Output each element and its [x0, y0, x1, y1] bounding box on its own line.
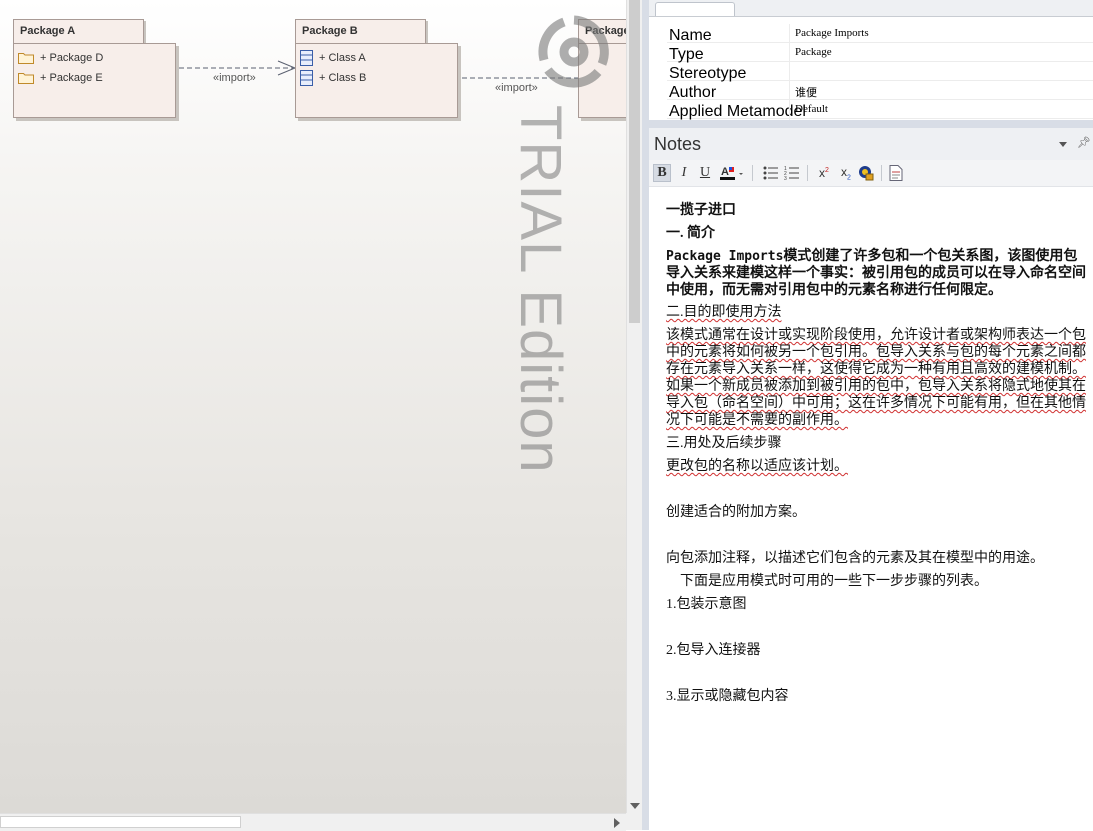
property-value[interactable]: 谁便	[795, 84, 817, 100]
bold-button[interactable]: B	[653, 164, 671, 182]
package-item-label: + Class B	[319, 72, 367, 84]
svg-text:A: A	[721, 166, 729, 178]
text-color-icon: A	[720, 166, 743, 180]
notes-heading: 一. 简介	[666, 226, 715, 241]
property-separator	[789, 43, 790, 61]
notes-header: Notes 📌︎	[649, 128, 1093, 160]
horizontal-scroll-thumb[interactable]	[0, 816, 241, 828]
package-tab: Package A	[13, 19, 144, 43]
horizontal-scrollbar[interactable]	[0, 813, 626, 831]
superscript-button[interactable]: x2	[815, 164, 833, 182]
notes-intro-code: Package Imports	[666, 249, 784, 264]
property-row[interactable]: Author 谁便	[667, 81, 1093, 101]
text-color-button[interactable]: A	[719, 164, 745, 182]
package-name: Package A	[20, 25, 76, 37]
notes-list-item: 2.包导入连接器	[666, 643, 761, 658]
property-row[interactable]: Stereotype	[667, 62, 1093, 82]
property-row[interactable]: Type Package	[667, 43, 1093, 63]
toolbar-separator	[752, 165, 753, 181]
numbered-list-icon: 123	[784, 166, 799, 181]
class-icon	[300, 50, 313, 66]
notes-heading: 二.目的即使用方法	[666, 305, 782, 320]
notes-heading: 三.用处及后续步骤	[666, 436, 782, 451]
italic-button[interactable]: I	[676, 164, 692, 182]
bullet-list-button[interactable]	[762, 164, 780, 182]
notes-list-item: 1.包装示意图	[666, 597, 747, 612]
property-separator	[789, 81, 790, 99]
scroll-right-icon[interactable]	[614, 818, 620, 828]
scroll-corner	[626, 813, 642, 830]
toolbar-separator	[807, 165, 808, 181]
toolbar-separator	[881, 165, 882, 181]
diagram-canvas[interactable]: «import» «import» Package A + Package D …	[0, 0, 626, 813]
trial-watermark: TRIAL Edition	[508, 105, 573, 474]
import-label-2[interactable]: «import»	[495, 82, 538, 94]
folder-icon	[18, 53, 34, 64]
import-label-1[interactable]: «import»	[213, 72, 256, 84]
chevron-down-icon[interactable]	[1059, 142, 1067, 147]
folder-icon	[18, 73, 34, 84]
notes-title: Notes	[654, 134, 702, 154]
properties-tab[interactable]	[655, 2, 735, 16]
vertical-scrollbar[interactable]	[626, 0, 643, 813]
notes-list-item: 3.显示或隐藏包内容	[666, 689, 789, 704]
package-name: Package B	[302, 25, 358, 37]
svg-text:3: 3	[784, 176, 787, 181]
notes-paragraph: 向包添加注释，以描述它们包含的元素及其在模型中的用途。	[666, 551, 1044, 566]
property-value[interactable]: Default	[795, 103, 828, 115]
class-icon	[300, 70, 313, 86]
package-item[interactable]: + Class A	[300, 50, 366, 66]
package-item-label: + Package D	[40, 52, 104, 64]
notes-intro: Package Imports模式创建了许多包和一个包关系图，该图使用包导入关系…	[666, 248, 1088, 299]
pin-icon[interactable]: 📌︎	[1077, 136, 1091, 149]
trial-logo-icon	[538, 15, 609, 88]
property-separator	[789, 100, 790, 118]
notes-paragraph: 更改包的名称以适应该计划。	[666, 459, 848, 474]
package-item[interactable]: + Class B	[300, 70, 366, 86]
property-row[interactable]: Applied Metamodel Default	[667, 100, 1093, 120]
underline-button[interactable]: U	[697, 164, 713, 182]
panel-splitter[interactable]	[642, 0, 649, 830]
document-button[interactable]	[887, 164, 905, 182]
notes-title-line: 一揽子进口	[666, 203, 736, 218]
properties-splitter[interactable]	[649, 120, 1093, 128]
numbered-list-button[interactable]: 123	[783, 164, 801, 182]
property-value[interactable]: Package	[795, 46, 832, 58]
property-row[interactable]: Name Package Imports	[667, 24, 1093, 44]
notes-paragraph: 该模式通常在设计或实现阶段使用，允许设计者或架构师表达一个包中的元素将如何被另一…	[666, 328, 1086, 428]
scroll-down-icon[interactable]	[630, 803, 640, 809]
property-separator	[789, 62, 790, 80]
document-icon	[889, 165, 903, 181]
property-separator	[789, 24, 790, 42]
package-body: + Package D + Package E	[13, 43, 176, 118]
glossary-button[interactable]	[857, 164, 875, 182]
properties-tab-strip	[649, 0, 1093, 17]
vertical-scroll-thumb[interactable]	[629, 0, 640, 323]
property-key: Applied Metamodel	[669, 103, 806, 120]
package-item-label: + Class A	[319, 52, 366, 64]
package-item[interactable]: + Package E	[18, 70, 103, 86]
notes-toolbar: B I U A 123 x2 x2	[649, 160, 1093, 187]
properties-grid: Name Package Imports Type Package Stereotype…	[667, 24, 1093, 120]
package-item[interactable]: + Package D	[18, 50, 103, 66]
package-tab: Package B	[295, 19, 426, 43]
superscript-icon: x2	[819, 166, 829, 180]
subscript-button[interactable]: x2	[837, 164, 855, 182]
right-panel: Name Package Imports Type Package Stereotype…	[649, 0, 1093, 830]
glossary-icon	[859, 166, 874, 181]
notes-editor[interactable]: 一揽子进口 一. 简介 Package Imports模式创建了许多包和一个包关…	[666, 200, 1088, 705]
notes-paragraph: 创建适合的附加方案。	[666, 505, 806, 520]
package-item-label: + Package E	[40, 72, 103, 84]
subscript-icon: x2	[841, 164, 851, 182]
property-value[interactable]: Package Imports	[795, 27, 869, 39]
package-body: + Class A + Class B	[295, 43, 458, 118]
notes-paragraph: 下面是应用模式时可用的一些下一步步骤的列表。	[680, 574, 988, 589]
bullet-list-icon	[763, 166, 778, 180]
